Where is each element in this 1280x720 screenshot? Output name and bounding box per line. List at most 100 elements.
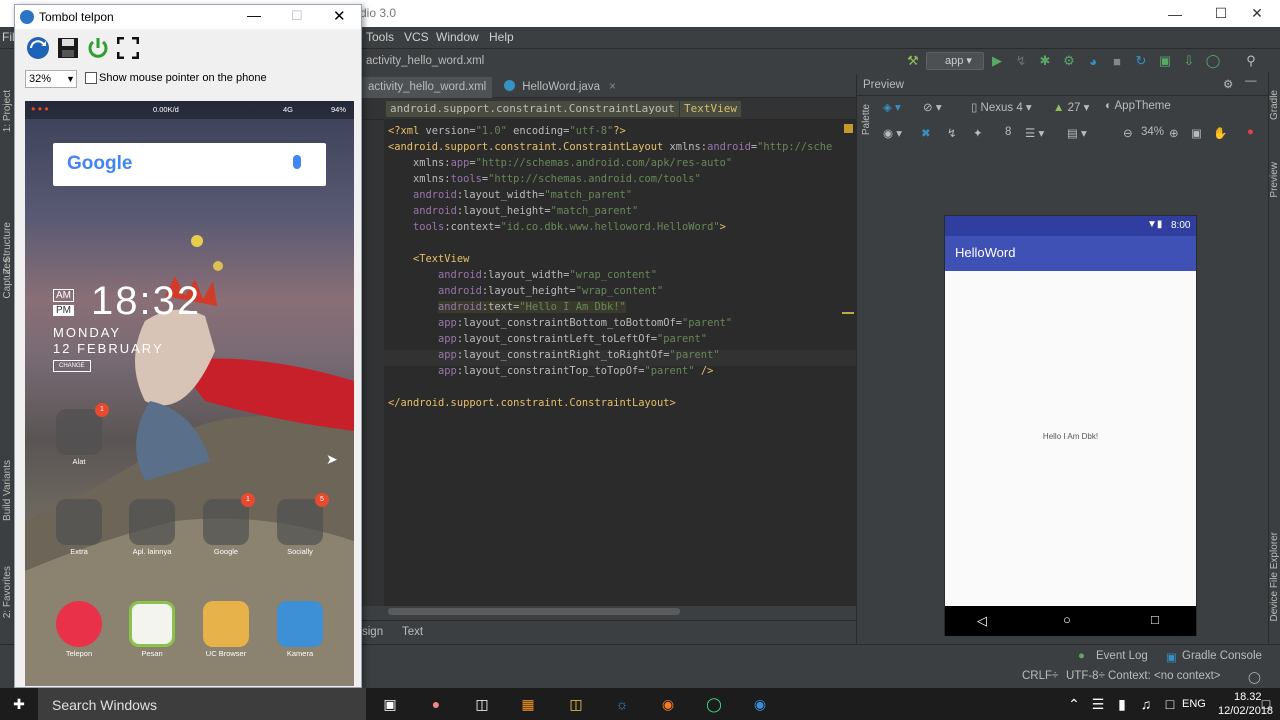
- run-icon[interactable]: ▶: [988, 52, 1006, 70]
- task-view-icon[interactable]: ▣: [380, 694, 400, 714]
- menu-vcs[interactable]: VCS: [404, 30, 429, 44]
- refresh-icon[interactable]: [25, 35, 51, 61]
- folder-socially-icon[interactable]: [277, 499, 323, 545]
- captures-tool-tab[interactable]: Captures: [2, 258, 13, 299]
- zoom-select[interactable]: 32% ▼: [25, 70, 77, 88]
- orientation-icon[interactable]: ⊘ ▾: [923, 100, 942, 114]
- power-icon[interactable]: [85, 35, 111, 61]
- app-pinned-icon[interactable]: ●: [426, 694, 446, 714]
- gradle-console-button[interactable]: Gradle Console: [1182, 650, 1262, 662]
- notification-icon[interactable]: □: [1160, 694, 1180, 714]
- pack-icon[interactable]: ☰ ▾: [1025, 126, 1044, 140]
- save-icon[interactable]: [55, 35, 81, 61]
- tab-activity-xml[interactable]: activity_hello_word.xml ×: [362, 77, 492, 113]
- edge-icon[interactable]: ☼: [612, 694, 632, 714]
- zoom-in-icon[interactable]: ⊕: [1169, 126, 1179, 140]
- infer-constraints-icon[interactable]: ✦: [973, 126, 983, 140]
- debug-icon[interactable]: ✱: [1036, 52, 1054, 70]
- apply-changes-icon[interactable]: ↯: [1012, 52, 1030, 70]
- zoom-out-icon[interactable]: ⊖: [1123, 126, 1133, 140]
- theme-dropdown[interactable]: ◐ AppTheme: [1105, 100, 1171, 112]
- view-options-icon[interactable]: ◉ ▾: [883, 126, 902, 140]
- default-margin-label[interactable]: 8: [1005, 126, 1011, 138]
- firefox-icon[interactable]: ◉: [658, 694, 678, 714]
- menu-window[interactable]: Window: [436, 30, 479, 44]
- zoom-fit-icon[interactable]: ▣: [1191, 126, 1202, 140]
- menu-tools[interactable]: Tools: [366, 30, 394, 44]
- phone-app-icon[interactable]: [56, 601, 102, 647]
- event-log-button[interactable]: Event Log: [1096, 650, 1148, 662]
- preview-settings-icon[interactable]: ⚙: [1223, 77, 1233, 91]
- xampp-icon[interactable]: ▦: [518, 694, 538, 714]
- network-icon[interactable]: ☰: [1088, 694, 1108, 714]
- crumb-textview[interactable]: TextView: [680, 101, 741, 117]
- horizontal-scrollbar[interactable]: [388, 608, 680, 615]
- tombol-close-button[interactable]: ✕: [333, 7, 346, 25]
- profiler-gauge-icon[interactable]: ◕: [1084, 52, 1102, 70]
- menu-help[interactable]: Help: [489, 30, 514, 44]
- device-preview[interactable]: ▼▮ 8:00 HelloWord Hello I Am Dbk! ◁ ○ □: [944, 215, 1197, 636]
- camera-app-icon[interactable]: [277, 601, 323, 647]
- input-language[interactable]: ENG: [1182, 698, 1206, 710]
- avd-manager-icon[interactable]: ▣: [1156, 52, 1174, 70]
- error-icon[interactable]: ●: [1247, 126, 1254, 138]
- lock-icon[interactable]: ◯: [1248, 670, 1261, 684]
- device-file-explorer-tab[interactable]: Device File Explorer: [1269, 532, 1280, 621]
- messages-app-icon[interactable]: [129, 601, 175, 647]
- stop-icon[interactable]: ■: [1108, 52, 1126, 70]
- uc-browser-icon[interactable]: [203, 601, 249, 647]
- tab-helloword-java[interactable]: HelloWord.java ×: [498, 77, 622, 98]
- action-center-icon[interactable]: □: [1256, 694, 1276, 714]
- volume-icon[interactable]: ♫: [1136, 694, 1156, 714]
- tombol-telpon-taskbar-icon[interactable]: ◉: [750, 694, 770, 714]
- folder-extra-icon[interactable]: [56, 499, 102, 545]
- tab-close-icon[interactable]: ×: [609, 81, 616, 93]
- favorites-tool-tab[interactable]: 2: Favorites: [2, 566, 13, 618]
- preview-tool-tab[interactable]: Preview: [1269, 162, 1280, 198]
- phone-screen[interactable]: ● ● ● 0.00K/d 4G 94% Google AM PM 18:32 …: [25, 101, 354, 686]
- tab-text[interactable]: Text: [402, 626, 423, 638]
- api-dropdown[interactable]: ▲ 27 ▾: [1053, 100, 1089, 114]
- android-studio-taskbar-icon[interactable]: ◯: [704, 694, 724, 714]
- fullscreen-icon[interactable]: [115, 35, 141, 61]
- profile-icon[interactable]: ⚙: [1060, 52, 1078, 70]
- palette-tab[interactable]: Palette: [861, 104, 872, 135]
- device-dropdown[interactable]: ▯ Nexus 4 ▾: [971, 100, 1032, 114]
- hello-textview[interactable]: Hello I Am Dbk!: [945, 432, 1196, 441]
- file-encoding[interactable]: UTF-8÷: [1066, 670, 1105, 682]
- folder-alat-icon[interactable]: [56, 409, 102, 455]
- build-hammer-icon[interactable]: ⚒: [904, 52, 922, 70]
- menu-file[interactable]: Fil: [2, 30, 15, 44]
- crumb-constraintlayout[interactable]: android.support.constraint.ConstraintLay…: [386, 101, 679, 117]
- context-indicator[interactable]: Context: <no context>: [1108, 670, 1221, 682]
- search-icon[interactable]: ⚲: [1242, 52, 1260, 70]
- windows-start-icon[interactable]: ✚: [9, 694, 29, 714]
- android-icon[interactable]: ◯: [1204, 52, 1222, 70]
- taskbar-search-box[interactable]: Search Windows: [38, 688, 366, 720]
- mouse-pointer-checkbox[interactable]: [85, 72, 97, 84]
- run-config-dropdown[interactable]: app ▾: [926, 52, 984, 70]
- sync-gradle-icon[interactable]: ↻: [1132, 52, 1150, 70]
- tab-design[interactable]: sign: [362, 626, 383, 638]
- file-explorer-icon[interactable]: ◫: [566, 694, 586, 714]
- sdk-manager-icon[interactable]: ⇩: [1180, 52, 1198, 70]
- tray-chevron-icon[interactable]: ⌃: [1064, 694, 1084, 714]
- align-icon[interactable]: ▤ ▾: [1067, 126, 1087, 140]
- gradle-tool-tab[interactable]: Gradle: [1269, 90, 1280, 120]
- inspection-status-icon[interactable]: [844, 124, 853, 133]
- line-separator[interactable]: CRLF÷: [1022, 670, 1058, 682]
- design-surface-icon[interactable]: ◈ ▾: [883, 100, 901, 114]
- store-icon[interactable]: ◫: [472, 694, 492, 714]
- preview-hide-icon[interactable]: —: [1245, 75, 1257, 87]
- folder-apl-lainnya-icon[interactable]: [129, 499, 175, 545]
- nav-file-crumb[interactable]: activity_hello_word.xml: [366, 55, 484, 67]
- pan-icon[interactable]: ✋: [1213, 126, 1227, 140]
- build-variants-tool-tab[interactable]: Build Variants: [2, 460, 13, 521]
- change-button[interactable]: CHANGE: [53, 360, 91, 372]
- autoconnect-icon[interactable]: ✖: [921, 126, 931, 140]
- close-button[interactable]: ✕: [1234, 0, 1280, 27]
- folder-google-icon[interactable]: [203, 499, 249, 545]
- code-editor[interactable]: <?xml version="1.0" encoding="utf-8"?> <…: [384, 120, 856, 606]
- project-tool-tab[interactable]: 1: Project: [2, 90, 13, 132]
- tombol-minimize-button[interactable]: —: [247, 7, 261, 23]
